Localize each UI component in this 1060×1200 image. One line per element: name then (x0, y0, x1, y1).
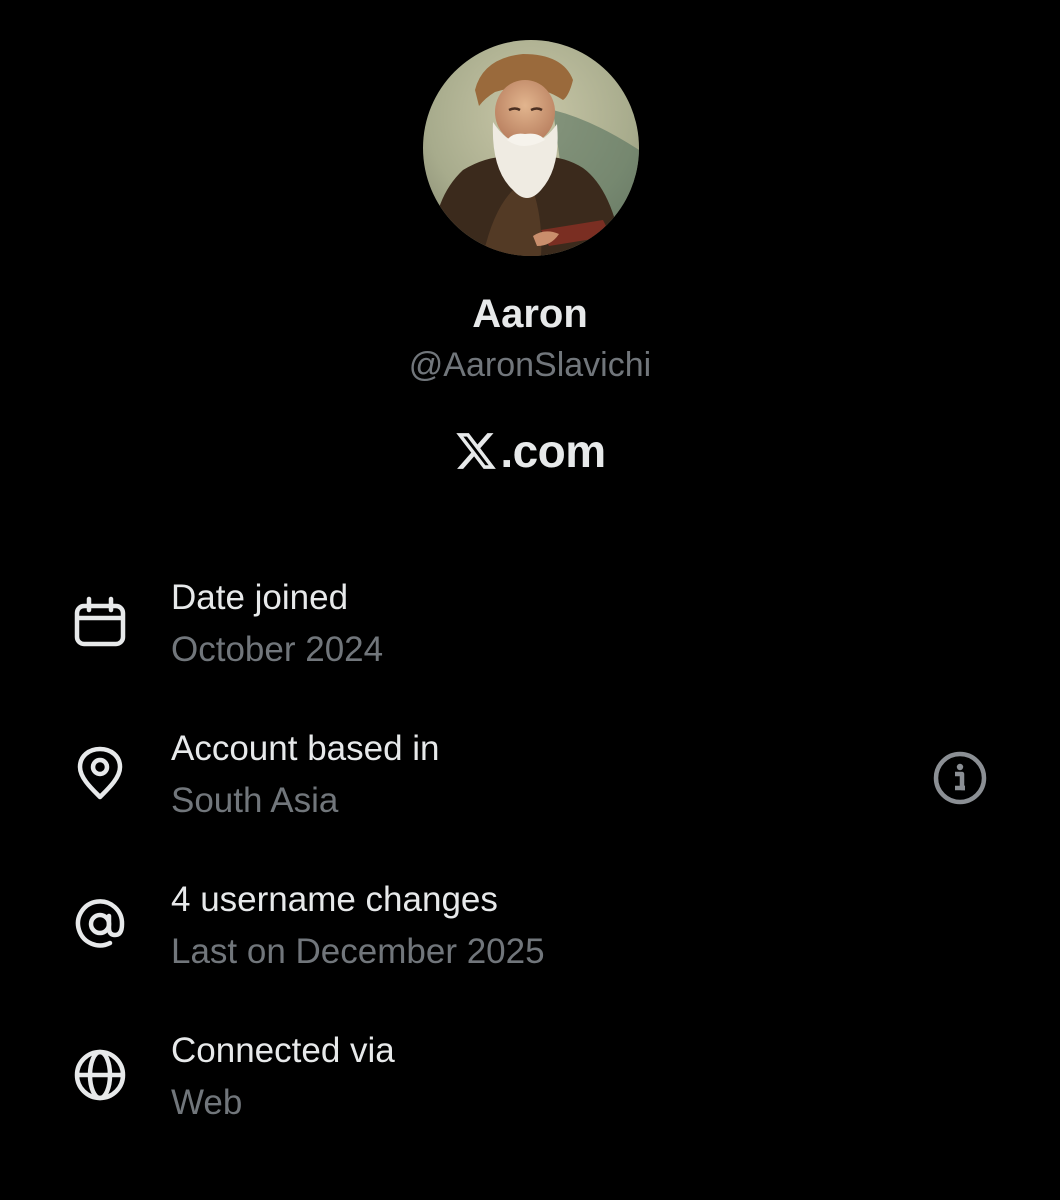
detail-row-date-joined: Date joined October 2024 (0, 578, 1060, 688)
detail-row-connected-via: Connected via Web (0, 1031, 1060, 1141)
profile-avatar[interactable] (423, 40, 639, 256)
detail-label: Connected via (171, 1031, 395, 1070)
detail-label: Account based in (171, 729, 440, 768)
detail-row-username-changes: 4 username changes Last on December 2025 (0, 880, 1060, 990)
detail-row-account-based-in: Account based in South Asia (0, 729, 1060, 839)
detail-value: Last on December 2025 (171, 932, 545, 971)
brand-domain-text: .com (500, 425, 606, 477)
detail-label: Date joined (171, 578, 349, 617)
detail-value: Web (171, 1083, 243, 1122)
profile-display-name: Aaron (472, 292, 588, 336)
info-icon (933, 751, 987, 805)
detail-value: South Asia (171, 781, 339, 820)
detail-label: 4 username changes (171, 880, 498, 919)
x-logo-icon (456, 433, 497, 469)
calendar-icon (72, 594, 128, 650)
detail-value: October 2024 (171, 630, 384, 669)
globe-icon (72, 1047, 128, 1103)
location-pin-icon (72, 745, 128, 801)
avatar-portrait-image (423, 40, 639, 256)
at-sign-icon (72, 896, 128, 952)
info-button[interactable] (932, 750, 988, 806)
profile-handle: @AaronSlavichi (408, 346, 652, 384)
brand-link[interactable]: .com (0, 424, 1060, 478)
